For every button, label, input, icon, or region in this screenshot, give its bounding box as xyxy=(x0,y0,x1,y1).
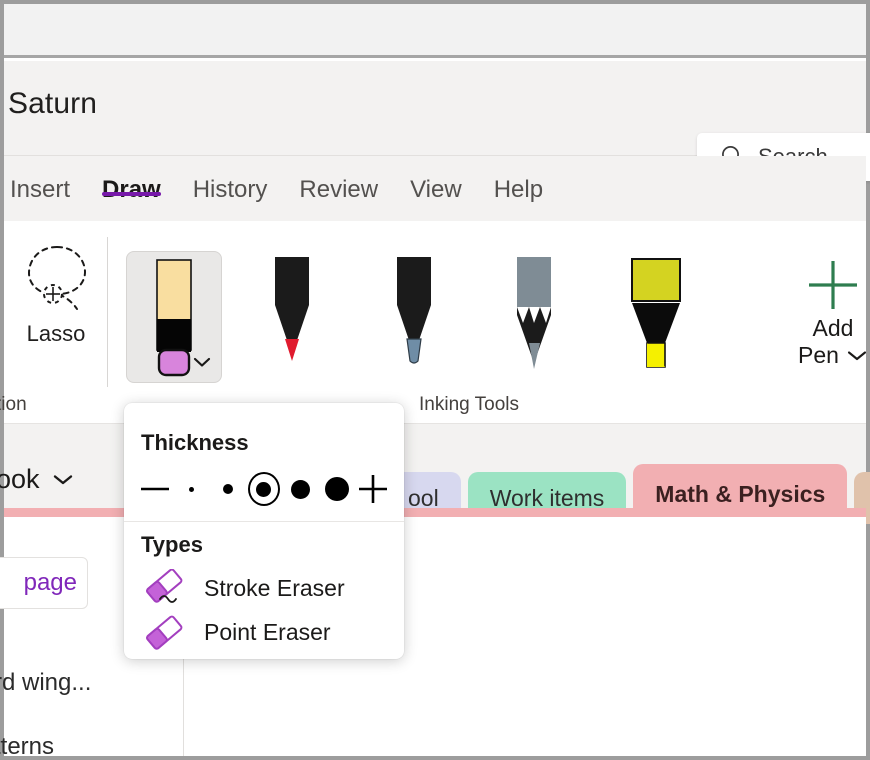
eraser-options-flyout: Thickness Types Stroke Eraser Point Eras xyxy=(124,403,404,659)
ribbon-tool-area: Lasso tion xyxy=(4,221,866,424)
tool-pencil[interactable] xyxy=(486,251,582,383)
ribbon-group-selection: Lasso tion xyxy=(4,221,108,424)
thickness-option-row xyxy=(136,465,392,513)
page-list-item[interactable]: tterns xyxy=(0,733,54,760)
ribbon-group-inking-tools: Add Pen Inking Tools xyxy=(108,221,866,424)
tool-pen-red[interactable] xyxy=(244,251,340,383)
lasso-label: Lasso xyxy=(27,321,86,347)
point-eraser-icon xyxy=(144,613,186,651)
thickness-option-increase[interactable] xyxy=(357,469,389,509)
notebook-name: ook xyxy=(0,464,40,495)
window-title-strip xyxy=(4,4,866,58)
eraser-options-chevron-down-icon[interactable] xyxy=(192,356,212,368)
highlighter-tool-icon xyxy=(621,257,691,377)
menu-item-stroke-eraser[interactable]: Stroke Eraser xyxy=(134,566,394,610)
stroke-eraser-icon xyxy=(144,569,186,607)
thickness-option-thickness-4[interactable] xyxy=(284,469,316,509)
add-pen-label-line2: Pen xyxy=(798,342,839,369)
types-section-title: Types xyxy=(141,532,203,558)
page-title: Saturn xyxy=(8,87,97,121)
add-page-label: page xyxy=(24,569,77,597)
ribbon-tab-view[interactable]: View xyxy=(394,156,478,204)
dot-icon xyxy=(291,480,310,499)
plus-icon xyxy=(803,255,863,315)
notebook-chevron-down-icon[interactable] xyxy=(52,473,74,486)
thickness-option-thickness-5[interactable] xyxy=(321,469,353,509)
ribbon-tab-review[interactable]: Review xyxy=(283,156,394,204)
dot-icon xyxy=(256,482,271,497)
point-eraser-label: Point Eraser xyxy=(204,619,331,646)
plus-icon xyxy=(358,474,388,504)
pen-tool-icon xyxy=(379,257,449,377)
ribbon-tab-draw[interactable]: Draw xyxy=(86,156,177,204)
thickness-section-title: Thickness xyxy=(141,430,249,456)
add-page-button[interactable]: page xyxy=(0,557,88,609)
thickness-option-thickness-3[interactable] xyxy=(248,469,280,509)
tool-eraser[interactable] xyxy=(126,251,222,383)
dot-icon xyxy=(223,484,233,494)
document-title-bar: Saturn Search xyxy=(4,61,866,156)
tool-pen-blue[interactable] xyxy=(366,251,462,383)
notebook-app-window: Saturn Search InsertDrawHistoryReviewVie… xyxy=(0,0,870,760)
thickness-option-thickness-2[interactable] xyxy=(212,469,244,509)
dot-icon xyxy=(325,477,349,501)
ribbon-tab-insert[interactable]: Insert xyxy=(0,156,86,204)
flyout-divider xyxy=(124,521,404,522)
pencil-tool-icon xyxy=(499,257,569,377)
ribbon-tab-help[interactable]: Help xyxy=(478,156,559,204)
stroke-eraser-label: Stroke Eraser xyxy=(204,575,345,602)
lasso-select-icon xyxy=(19,241,93,317)
ribbon-tab-bar: InsertDrawHistoryReviewViewHelp xyxy=(4,156,866,221)
notebook-selector[interactable]: ook xyxy=(0,464,74,495)
dot-icon xyxy=(189,487,194,492)
page-list-item[interactable]: rd wing... xyxy=(0,669,91,697)
add-pen-label-line1: Add xyxy=(813,315,854,342)
pen-tool-icon xyxy=(257,257,327,377)
thickness-option-thickness-1[interactable] xyxy=(175,469,207,509)
group-label-selection: tion xyxy=(0,394,27,416)
window-border-bottom xyxy=(0,756,870,760)
thickness-selected-ring xyxy=(248,472,280,506)
lasso-select-button[interactable]: Lasso xyxy=(10,241,102,381)
minus-icon xyxy=(140,482,170,496)
tool-highlighter[interactable] xyxy=(608,251,704,383)
thickness-option-decrease[interactable] xyxy=(139,469,171,509)
group-label-inking-tools: Inking Tools xyxy=(419,394,519,416)
ribbon-tab-history[interactable]: History xyxy=(177,156,284,204)
add-pen-chevron-down-icon[interactable] xyxy=(846,349,868,362)
add-pen-button[interactable]: Add Pen xyxy=(778,251,870,391)
menu-item-point-eraser[interactable]: Point Eraser xyxy=(134,610,394,654)
